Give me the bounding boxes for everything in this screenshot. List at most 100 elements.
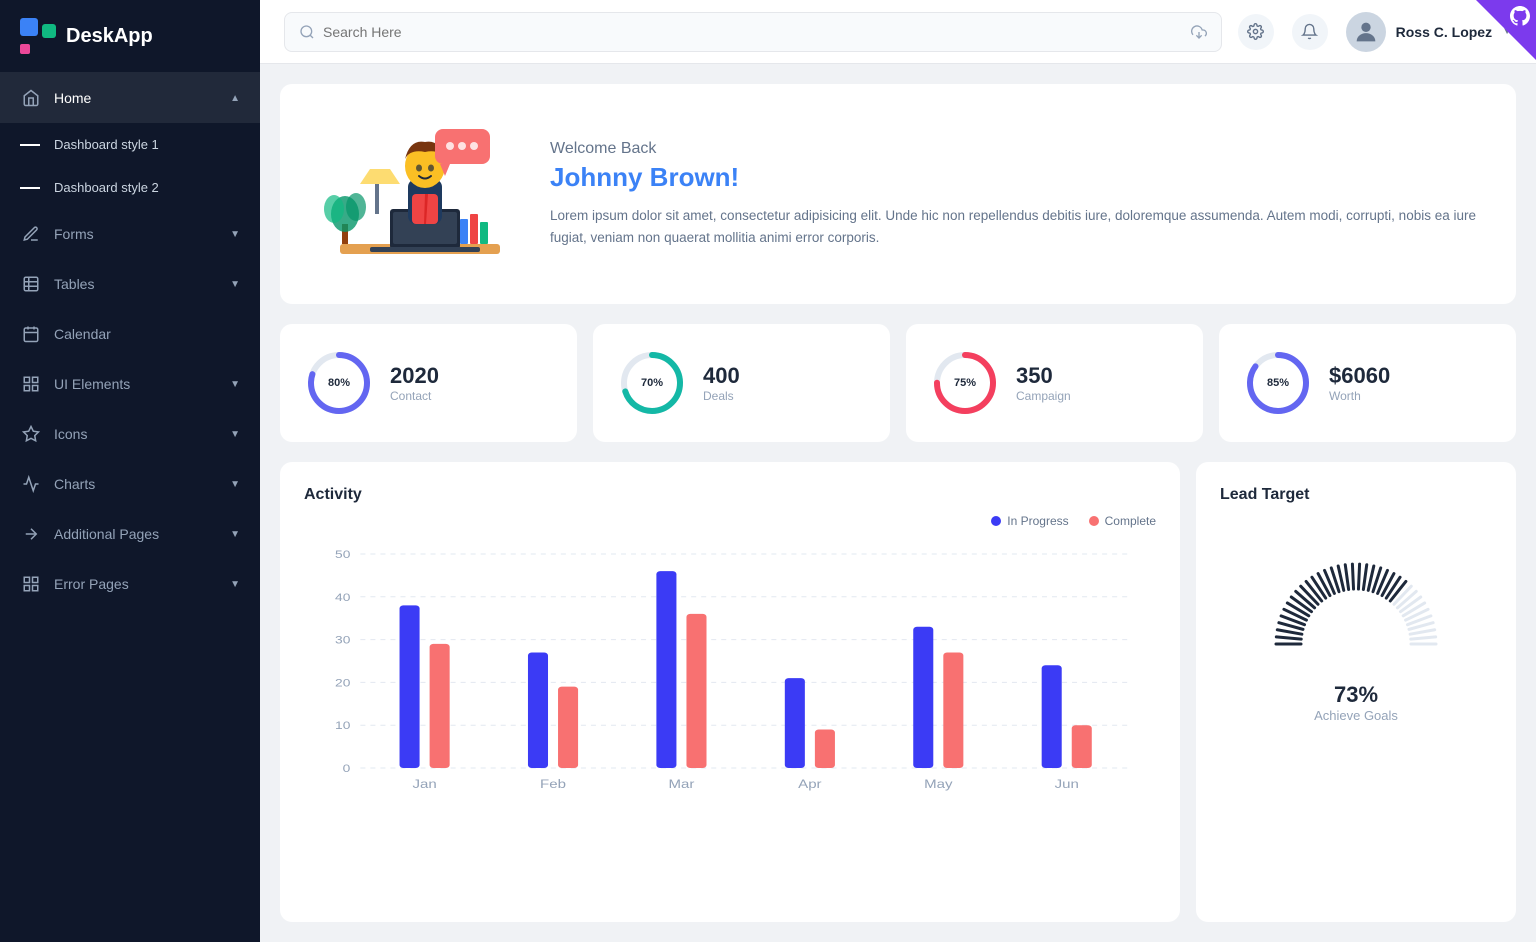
sidebar-item-forms[interactable]: Forms ▼: [0, 209, 260, 259]
error-icon: [20, 573, 42, 595]
home-arrow: ▲: [230, 93, 240, 104]
complete-dot: [1089, 516, 1099, 526]
search-icon: [299, 24, 315, 40]
legend-in-progress: In Progress: [991, 514, 1068, 528]
stats-row: 80% 2020 Contact 70% 400 Deals 75% 350: [280, 324, 1516, 442]
chart-legend: In Progress Complete: [304, 514, 1156, 528]
sidebar: DeskApp Home ▲ Dashboard style 1 Dashboa…: [0, 0, 260, 942]
sidebar-item-ui-elements[interactable]: UI Elements ▼: [0, 359, 260, 409]
gear-icon: [1247, 23, 1264, 40]
ui-elements-icon: [20, 373, 42, 395]
gauge-percent: 73%: [1334, 682, 1378, 708]
legend-complete: Complete: [1089, 514, 1156, 528]
header-icons: Ross C. Lopez ▼: [1238, 12, 1512, 52]
header: Ross C. Lopez ▼: [260, 0, 1536, 64]
bar-chart-svg: 01020304050JanFebMarAprMayJun: [304, 544, 1156, 804]
donut-deals: 70%: [617, 348, 687, 418]
stat-value-campaign: 350: [1016, 363, 1071, 389]
sidebar-item-icons[interactable]: Icons ▼: [0, 409, 260, 459]
settings-button[interactable]: [1238, 14, 1274, 50]
icons-icon: [20, 423, 42, 445]
stat-card-contact: 80% 2020 Contact: [280, 324, 577, 442]
sidebar-label-forms: Forms: [54, 226, 94, 242]
additional-icon: [20, 523, 42, 545]
search-input[interactable]: [323, 24, 1183, 40]
lead-card: Lead Target 73% Achieve Goals: [1196, 462, 1516, 922]
stat-value-worth: $6060: [1329, 363, 1390, 389]
app-name: DeskApp: [66, 25, 153, 48]
lead-title: Lead Target: [1220, 486, 1310, 504]
svg-text:Mar: Mar: [669, 777, 695, 790]
sidebar-item-dashboard1[interactable]: Dashboard style 1: [0, 123, 260, 166]
stat-label-deals: Deals: [703, 389, 740, 403]
svg-text:Jun: Jun: [1055, 777, 1079, 790]
stat-info-contact: 2020 Contact: [390, 363, 439, 403]
avatar-icon: [1352, 18, 1380, 46]
dash2-icon: [20, 187, 40, 189]
forms-icon: [20, 223, 42, 245]
forms-arrow: ▼: [230, 229, 240, 240]
stat-info-worth: $6060 Worth: [1329, 363, 1390, 403]
sidebar-item-additional[interactable]: Additional Pages ▼: [0, 509, 260, 559]
donut-contact: 80%: [304, 348, 374, 418]
sidebar-label-tables: Tables: [54, 276, 94, 292]
sidebar-label-icons: Icons: [54, 426, 87, 442]
download-icon: [1191, 24, 1207, 40]
user-info[interactable]: Ross C. Lopez ▼: [1346, 12, 1512, 52]
stat-label-contact: Contact: [390, 389, 439, 403]
bottom-row: Activity In Progress Complete 0102030405…: [280, 462, 1516, 922]
sidebar-item-calendar[interactable]: Calendar: [0, 309, 260, 359]
svg-text:May: May: [924, 777, 953, 790]
donut-label-contact: 80%: [328, 377, 350, 389]
main-area: Ross C. Lopez ▼: [260, 0, 1536, 942]
activity-card: Activity In Progress Complete 0102030405…: [280, 462, 1180, 922]
sidebar-item-dashboard2[interactable]: Dashboard style 2: [0, 166, 260, 209]
gauge-sublabel: Achieve Goals: [1314, 708, 1398, 723]
sidebar-label-ui-elements: UI Elements: [54, 376, 130, 392]
sidebar-label-dashboard1: Dashboard style 1: [54, 137, 159, 152]
avatar: [1346, 12, 1386, 52]
gauge-container: [1256, 534, 1456, 664]
welcome-illustration: [310, 104, 530, 284]
svg-text:0: 0: [343, 762, 351, 774]
error-arrow: ▼: [230, 579, 240, 590]
tables-icon: [20, 273, 42, 295]
stat-value-contact: 2020: [390, 363, 439, 389]
additional-arrow: ▼: [230, 529, 240, 540]
activity-title: Activity: [304, 486, 1156, 504]
stat-info-deals: 400 Deals: [703, 363, 740, 403]
search-box[interactable]: [284, 12, 1222, 52]
charts-arrow: ▼: [230, 479, 240, 490]
stat-info-campaign: 350 Campaign: [1016, 363, 1071, 403]
svg-text:Feb: Feb: [540, 777, 566, 790]
ui-arrow: ▼: [230, 379, 240, 390]
welcome-text: Welcome Back Johnny Brown! Lorem ipsum d…: [550, 140, 1486, 248]
donut-campaign: 75%: [930, 348, 1000, 418]
sidebar-item-charts[interactable]: Charts ▼: [0, 459, 260, 509]
stat-card-campaign: 75% 350 Campaign: [906, 324, 1203, 442]
stat-label-worth: Worth: [1329, 389, 1390, 403]
sidebar-item-tables[interactable]: Tables ▼: [0, 259, 260, 309]
sidebar-item-home[interactable]: Home ▲: [0, 73, 260, 123]
svg-text:30: 30: [335, 634, 350, 646]
logo-icon: [20, 18, 56, 54]
bell-icon: [1301, 23, 1318, 40]
calendar-icon: [20, 323, 42, 345]
donut-worth: 85%: [1243, 348, 1313, 418]
welcome-body: Lorem ipsum dolor sit amet, consectetur …: [550, 205, 1486, 248]
svg-text:10: 10: [335, 719, 350, 731]
dash1-icon: [20, 144, 40, 146]
welcome-card: Welcome Back Johnny Brown! Lorem ipsum d…: [280, 84, 1516, 304]
stat-label-campaign: Campaign: [1016, 389, 1071, 403]
icons-arrow: ▼: [230, 429, 240, 440]
sidebar-label-additional: Additional Pages: [54, 526, 159, 542]
sidebar-label-calendar: Calendar: [54, 326, 111, 342]
notifications-button[interactable]: [1292, 14, 1328, 50]
logo[interactable]: DeskApp: [0, 0, 260, 73]
welcome-svg: [320, 104, 520, 284]
sidebar-item-error[interactable]: Error Pages ▼: [0, 559, 260, 609]
github-icon: [1510, 6, 1530, 26]
content: Welcome Back Johnny Brown! Lorem ipsum d…: [260, 64, 1536, 942]
stat-card-deals: 70% 400 Deals: [593, 324, 890, 442]
sidebar-label-home: Home: [54, 90, 91, 106]
